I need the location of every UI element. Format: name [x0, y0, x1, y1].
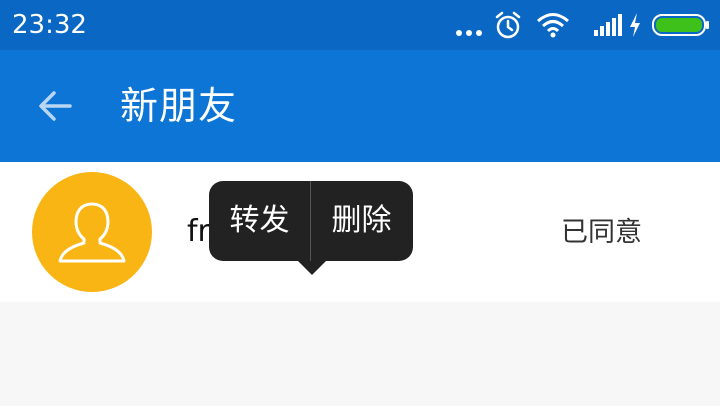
- forward-menu-item[interactable]: 转发: [209, 181, 310, 261]
- wifi-icon: [536, 8, 570, 42]
- context-menu-arrow: [298, 261, 326, 275]
- battery-icon: [652, 8, 710, 42]
- cell-signal-icon: [594, 8, 624, 42]
- status-bar: 23:32: [0, 0, 720, 50]
- status-time: 23:32: [12, 10, 87, 40]
- friend-name: fr: [187, 214, 209, 249]
- app-bar: 新朋友: [0, 50, 720, 162]
- delete-menu-item[interactable]: 删除: [311, 181, 412, 261]
- charging-bolt-icon: [628, 8, 642, 42]
- person-silhouette-icon: [58, 202, 126, 263]
- context-menu: 转发 删除: [209, 181, 413, 261]
- page-title: 新朋友: [120, 84, 238, 128]
- more-dots-icon: [456, 8, 482, 42]
- alarm-clock-icon: [494, 8, 522, 42]
- back-button[interactable]: [30, 80, 82, 132]
- arrow-left-icon: [39, 91, 72, 121]
- avatar[interactable]: [32, 172, 152, 292]
- friend-status: 已同意: [561, 217, 642, 248]
